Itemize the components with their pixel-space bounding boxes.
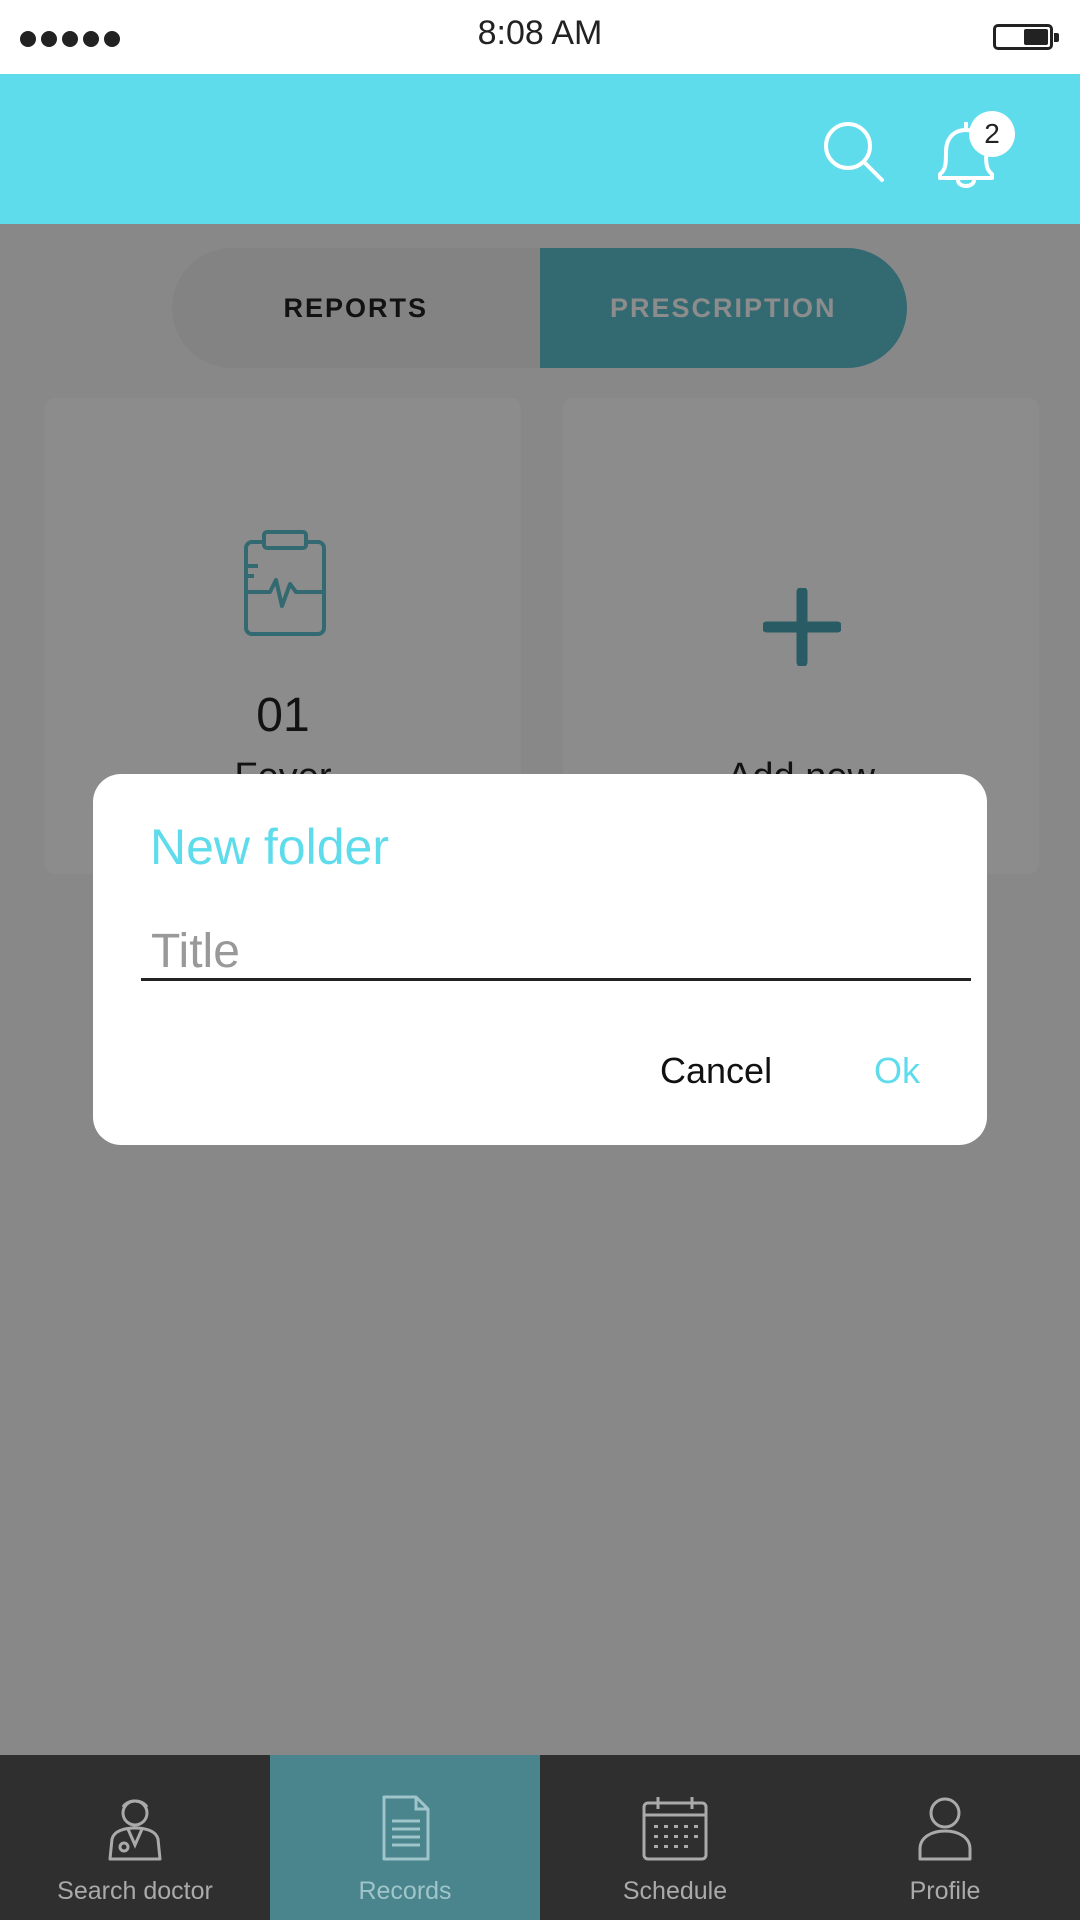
- status-bar: 8:08 AM: [0, 0, 1080, 74]
- battery-icon: [993, 24, 1059, 50]
- status-time: 8:08 AM: [477, 14, 603, 52]
- ok-button[interactable]: Ok: [874, 1050, 920, 1092]
- new-folder-dialog: New folder Cancel Ok: [93, 774, 987, 1145]
- nav-label: Schedule: [622, 1877, 728, 1905]
- nav-label: Profile: [909, 1877, 981, 1905]
- person-icon: [918, 1797, 972, 1861]
- app-header: [0, 74, 1080, 224]
- notification-badge: 2: [969, 111, 1015, 157]
- doctor-icon: [108, 1799, 162, 1861]
- folder-title-input[interactable]: [141, 924, 971, 981]
- nav-label: Records: [358, 1877, 452, 1905]
- search-icon: [824, 122, 884, 182]
- cancel-button[interactable]: Cancel: [660, 1050, 772, 1092]
- calendar-icon: [642, 1797, 708, 1861]
- nav-item-records[interactable]: Records: [270, 1755, 540, 1920]
- dialog-title: New folder: [150, 819, 389, 875]
- search-button[interactable]: [820, 118, 886, 184]
- bottom-nav: Search doctor Records Schedule Profile: [0, 1755, 1080, 1920]
- nav-label: Search doctor: [57, 1877, 213, 1905]
- nav-item-search-doctor[interactable]: Search doctor: [0, 1755, 270, 1920]
- document-icon: [382, 1795, 430, 1861]
- nav-item-schedule[interactable]: Schedule: [540, 1755, 810, 1920]
- nav-item-profile[interactable]: Profile: [810, 1755, 1080, 1920]
